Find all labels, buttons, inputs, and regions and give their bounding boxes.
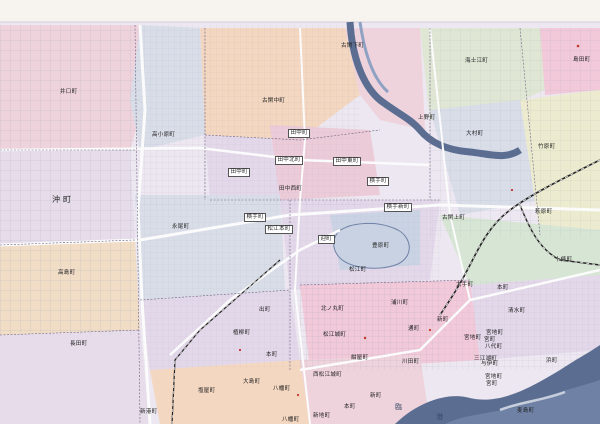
district-label: 宮地町: [485, 374, 503, 380]
block-grid-west: [0, 25, 140, 335]
district-label: 通町: [408, 326, 420, 332]
district-label: 古閑上町: [442, 215, 466, 221]
district-label: 宮町: [484, 337, 496, 343]
district-label: 横手新町: [384, 203, 413, 212]
district-label: 浦川町: [391, 300, 409, 306]
district-label: 麦島町: [517, 408, 535, 414]
district-label: 長田町: [70, 341, 88, 347]
water-label: 臨: [395, 403, 408, 411]
district-label: 松江本町: [265, 225, 294, 234]
district-label: 新町: [370, 393, 382, 399]
district-label: 浜町: [546, 358, 558, 364]
city-district-map[interactable]: 古閑下町 古閑中町 海士江町 島田町 井口町 高小原町 田中町 田中北町 田中東…: [0, 0, 600, 424]
district-label: 上野町: [418, 115, 436, 121]
block-grid-downtown: [300, 280, 600, 370]
district-label: 本町: [344, 404, 356, 410]
district-label: 田中町: [228, 168, 251, 177]
district-label: 松江城町: [323, 332, 347, 338]
district-label: 八代町: [485, 344, 503, 350]
district-label: 松江町: [349, 267, 367, 273]
district-label: 田中西町: [279, 186, 303, 192]
district-label: 塩屋町: [198, 388, 216, 394]
district-label: 八幡町: [273, 386, 291, 392]
district-label: 宮町: [486, 381, 498, 387]
district-label: 古閑下町: [341, 43, 365, 49]
district-label: 島田町: [573, 57, 591, 63]
district-label: 清水町: [508, 308, 526, 314]
district-label: 井口町: [60, 89, 78, 95]
district-label: 与伊町: [481, 361, 499, 367]
district-label: 大手町: [456, 282, 474, 288]
district-label: 沖町: [52, 195, 74, 204]
district-label: 豊原町: [372, 243, 390, 249]
district-label: 竹原町: [538, 144, 556, 150]
block-grid-north: [140, 25, 360, 205]
district-label: 高小原町: [152, 132, 176, 138]
district-label: 永尾町: [172, 224, 190, 230]
district-label: 植柳町: [233, 330, 251, 336]
district-label: 十條町: [555, 257, 573, 263]
district-label: 古閑中町: [262, 98, 286, 104]
district-label: 海士江町: [465, 58, 489, 64]
district-label: 本町: [266, 352, 278, 358]
district-label: 高島町: [58, 270, 76, 276]
district-label: 田中北町: [275, 156, 304, 165]
district-label: 北ノ丸町: [321, 306, 345, 312]
district-label: 西松江城町: [313, 372, 343, 378]
district-label: 宮地町: [486, 330, 504, 336]
scan-top-border: [0, 0, 600, 22]
district-label: 川田町: [402, 359, 420, 365]
district-label: 紺屋町: [351, 355, 369, 361]
district-label: 出町: [259, 307, 271, 313]
district-label: 八幡町: [282, 417, 300, 423]
district-label: 本町: [497, 285, 509, 291]
district-label: 萩原町: [535, 209, 553, 215]
water-label: 港: [436, 413, 449, 421]
district-label: 迎町: [318, 235, 335, 244]
district-label: 田中東町: [333, 157, 362, 166]
district-label: 新町: [437, 317, 449, 323]
district-label: 宮地町: [464, 335, 482, 341]
district-label: 横手町: [367, 177, 390, 186]
district-label: 新港町: [140, 409, 158, 415]
district-label: 大村町: [466, 131, 484, 137]
district-label: 大島町: [243, 379, 261, 385]
district-label: 新地町: [313, 413, 331, 419]
map-base-layer: [0, 0, 600, 424]
district-label: 横手町: [244, 213, 267, 222]
district-label: 田中町: [288, 129, 311, 138]
